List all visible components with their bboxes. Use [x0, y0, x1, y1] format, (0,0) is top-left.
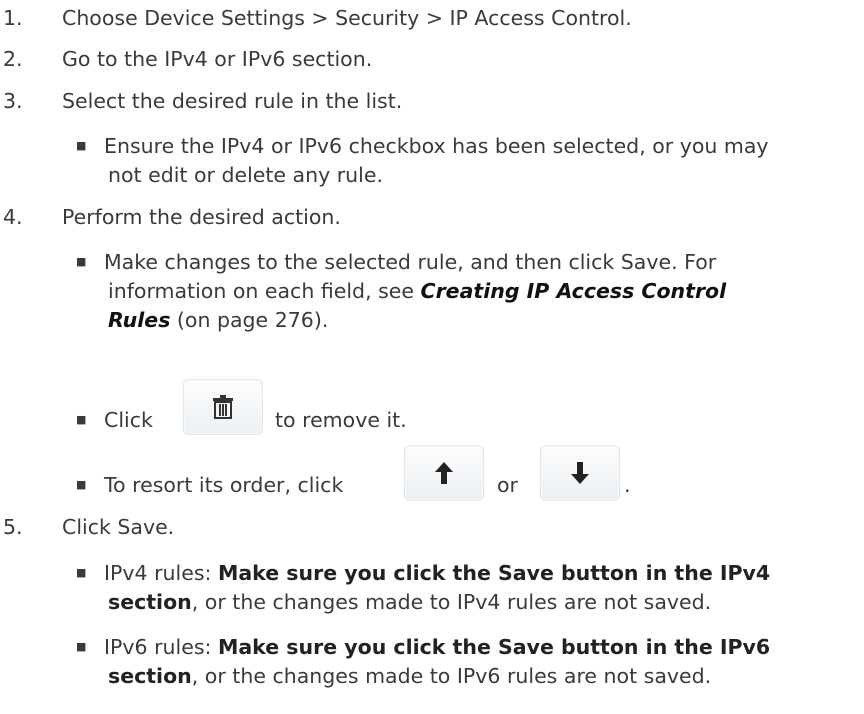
- edit-line-1: Make changes to the selected rule, and t…: [104, 250, 717, 274]
- step-text: Go to the IPv4 or IPv6 section.: [62, 47, 373, 71]
- ipv4-rest: , or the changes made to IPv4 rules are …: [191, 590, 712, 614]
- bullet: ■: [76, 640, 87, 653]
- step-text: Perform the desired action.: [62, 205, 341, 229]
- step-number: 1.: [3, 6, 23, 30]
- resort-mid-text: or: [497, 473, 518, 497]
- note-line-2: not edit or delete any rule.: [108, 163, 383, 187]
- ipv4-warning: Make sure you click the Save button in t…: [217, 561, 771, 585]
- edit-line-2: information on each field, see: [108, 279, 421, 303]
- note-line-1: Ensure the IPv4 or IPv6 checkbox has bee…: [104, 134, 769, 158]
- bullet: ■: [76, 566, 87, 579]
- arrow-up-icon: [435, 462, 453, 484]
- ipv4-label: IPv4 rules:: [104, 561, 218, 585]
- delete-button[interactable]: [183, 379, 263, 435]
- bullet: ■: [76, 413, 87, 426]
- move-down-button[interactable]: [540, 445, 620, 501]
- step-number: 3.: [3, 89, 23, 113]
- bullet: ■: [76, 139, 87, 152]
- resort-post-text: .: [624, 473, 631, 497]
- ipv4-warning-cont: section: [108, 590, 192, 614]
- bullet: ■: [76, 255, 87, 268]
- delete-post-text: to remove it.: [275, 408, 407, 432]
- move-up-button[interactable]: [404, 445, 484, 501]
- step-text: Choose Device Settings > Security > IP A…: [62, 6, 632, 30]
- trash-icon: [213, 395, 233, 419]
- delete-pre-text: Click: [104, 408, 153, 432]
- creating-ip-access-control-rules-link-cont[interactable]: Rules: [108, 308, 170, 332]
- step-number: 4.: [3, 205, 23, 229]
- bullet: ■: [76, 478, 87, 491]
- step-text: Select the desired rule in the list.: [62, 89, 403, 113]
- step-number: 5.: [3, 515, 23, 539]
- step-number: 2.: [3, 47, 23, 71]
- page-reference: (on page 276).: [170, 308, 329, 332]
- ipv6-warning-cont: section: [108, 664, 192, 688]
- resort-pre-text: To resort its order, click: [104, 473, 344, 497]
- ipv6-warning: Make sure you click the Save button in t…: [217, 635, 771, 659]
- step-text: Click Save.: [62, 515, 175, 539]
- arrow-down-icon: [571, 462, 589, 484]
- creating-ip-access-control-rules-link[interactable]: Creating IP Access Control: [421, 279, 727, 303]
- ipv6-label: IPv6 rules:: [104, 635, 218, 659]
- ipv6-rest: , or the changes made to IPv6 rules are …: [191, 664, 712, 688]
